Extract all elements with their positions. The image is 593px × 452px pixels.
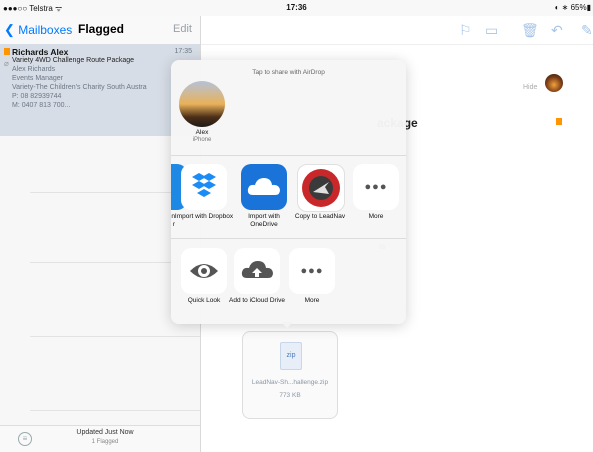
divider [30, 336, 200, 337]
paperclip-icon: ⌀ [4, 59, 9, 68]
attachment-size: 773 KB [279, 392, 301, 399]
flag-icon [556, 118, 562, 125]
dropbox-label: Import with Dropbox [174, 213, 234, 220]
leadnav-app-icon[interactable] [297, 164, 345, 212]
avatar [545, 74, 563, 92]
message-toolbar: ⚐ ▭ 🗑 ↶ ✎ [201, 16, 593, 45]
more-apps-label: More [368, 213, 384, 220]
eye-icon [190, 264, 218, 278]
hide-link[interactable]: Hide [523, 84, 537, 91]
airdrop-contact-device: iPhone [192, 137, 212, 143]
back-label: Mailboxes [18, 23, 73, 37]
attachment[interactable]: zip LeadNav-Sh...hallenge.zip 773 KB [242, 331, 338, 419]
mail-sender: Richards Alex [12, 47, 69, 57]
trash-icon[interactable]: 🗑 [521, 22, 539, 39]
update-status: Updated Just Now [76, 429, 134, 436]
popover-arrow [281, 322, 293, 328]
edit-button[interactable]: Edit [173, 23, 192, 35]
mail-time: 17:35 [174, 48, 192, 55]
status-bar: ●●●○○ Telstra ᯤ 17:36 ◐ ∗ 65%▮ [0, 0, 593, 16]
flag-icon [4, 48, 10, 55]
airdrop-hint: Tap to share with AirDrop [252, 69, 325, 76]
filter-icon[interactable]: ≡ [18, 432, 32, 446]
quick-look-label: Quick Look [187, 297, 221, 304]
onedrive-app-icon[interactable] [241, 164, 287, 210]
compose-icon[interactable]: ✎ [581, 22, 593, 39]
mail-preview-line: M: 0407 813 700... [12, 102, 71, 109]
folder-icon[interactable]: ▭ [485, 22, 498, 39]
mail-preview-line: Variety-The Children's Charity South Aus… [12, 84, 147, 91]
file-type-label: zip [286, 352, 296, 359]
mailbox-navbar: ❮ Mailboxes Flagged Edit [0, 16, 200, 45]
page-title: Flagged [78, 22, 125, 36]
list-item[interactable]: ⌀ Richards Alex 17:35 Variety 4WD Challe… [0, 44, 200, 136]
cloud-icon [247, 178, 280, 195]
more-dots-icon: ●●● [300, 265, 324, 277]
clock: 17:36 [286, 3, 307, 12]
dropbox-icon [192, 173, 216, 197]
battery-indicator: ◐ ∗ 65%▮ [554, 3, 591, 12]
divider [30, 410, 200, 411]
airdrop-contact-avatar[interactable] [179, 81, 225, 127]
back-button[interactable]: ❮ Mailboxes [4, 22, 72, 38]
more-actions-button[interactable]: ●●● [289, 248, 335, 294]
quick-look-button[interactable] [181, 248, 227, 294]
add-to-icloud-button[interactable] [234, 248, 280, 294]
mailbox-toolbar: ≡ Updated Just Now 1 Flagged [0, 425, 200, 452]
more-actions-label: More [304, 297, 320, 304]
flag-icon[interactable]: ⚐ [459, 22, 472, 39]
leadnav-icon [302, 169, 340, 207]
attachment-filename: LeadNav-Sh...hallenge.zip [251, 379, 329, 386]
cloud-upload-icon [241, 261, 273, 278]
divider [171, 238, 406, 239]
mail-subject: Variety 4WD Challenge Route Package [12, 57, 135, 64]
mail-preview-line: P: 08 82939744 [12, 93, 62, 100]
mail-preview-line: Alex Richards [12, 66, 56, 73]
chevron-left-icon: ❮ [4, 22, 15, 37]
flagged-count: 1 Flagged [91, 439, 119, 445]
dropbox-app-icon[interactable] [181, 164, 227, 210]
add-to-icloud-label: Add to iCloud Drive [229, 297, 285, 304]
leadnav-label: Copy to LeadNav [294, 213, 346, 220]
more-apps-button[interactable]: ●●● [353, 164, 399, 210]
zip-file-icon: zip [280, 342, 302, 370]
ipad-screen: ●●●○○ Telstra ᯤ 17:36 ◐ ∗ 65%▮ ❮ Mailbox… [0, 0, 593, 452]
partial-app-label: r [172, 221, 175, 228]
share-sheet: Tap to share with AirDrop Alex iPhone n … [171, 60, 406, 324]
reply-icon[interactable]: ↶ [551, 22, 563, 39]
mail-preview-line: Events Manager [12, 75, 63, 82]
onedrive-label: Import with OneDrive [248, 213, 280, 228]
more-dots-icon: ●●● [364, 181, 388, 193]
airdrop-contact-name: Alex [195, 129, 209, 136]
divider [171, 155, 406, 156]
